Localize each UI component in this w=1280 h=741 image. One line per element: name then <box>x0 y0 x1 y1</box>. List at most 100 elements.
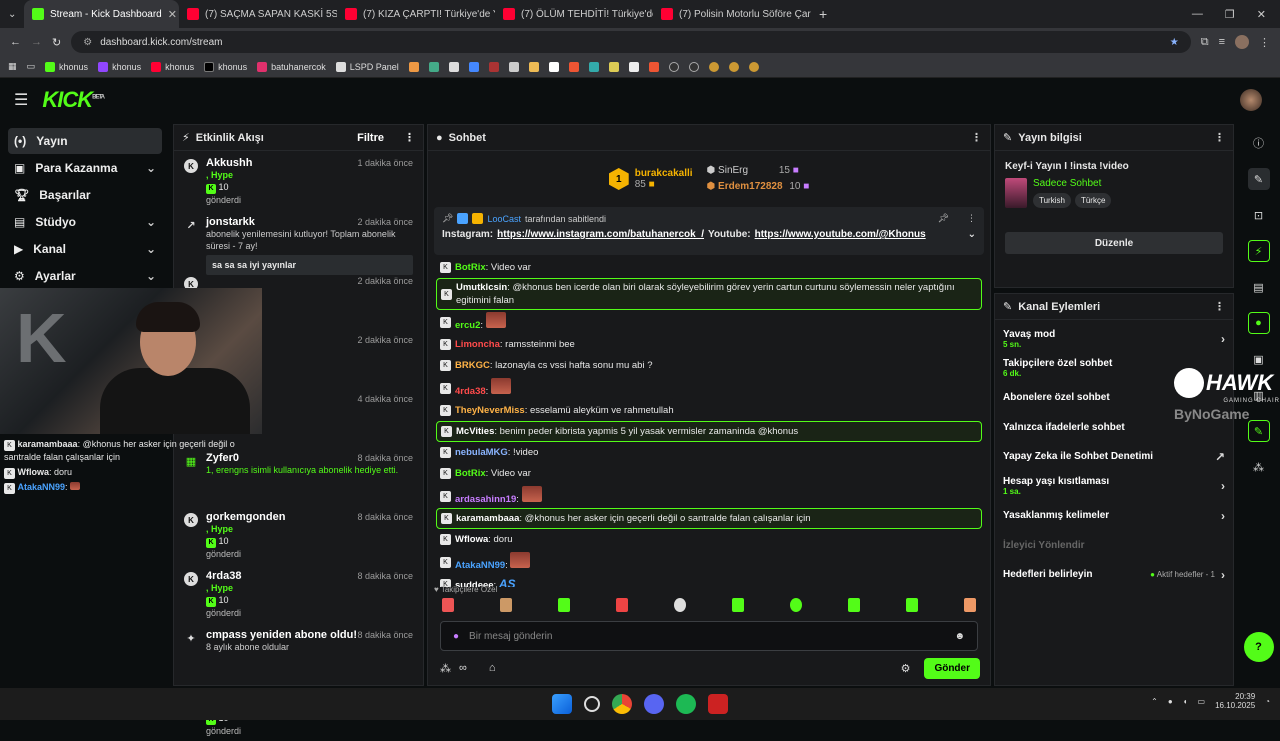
chat-message[interactable]: K 4rda38: <box>436 376 982 400</box>
chat-message[interactable]: K AtakaNN99: <box>436 550 982 574</box>
emote-icon[interactable] <box>442 598 454 612</box>
chat-input[interactable]: ● Bir mesaj gönderin ☻ <box>440 621 978 651</box>
bookmark-icon[interactable] <box>528 61 539 72</box>
send-button[interactable]: Gönder <box>924 657 980 679</box>
bookmark-icon[interactable] <box>688 61 699 72</box>
chat-icon[interactable]: ● <box>1247 312 1270 334</box>
broadcast-icon[interactable]: ▣ <box>1248 348 1270 370</box>
restore-icon[interactable]: ❐ <box>1225 8 1235 21</box>
kick-logo[interactable]: KICKBETA <box>42 87 105 113</box>
notification-icon[interactable]: ◔ <box>1265 697 1270 706</box>
tab-youtube-3[interactable]: (7) ÖLÜM TEHDİTİ! Türkiye'de Y ✕ <box>495 0 653 28</box>
bookmark-icon[interactable] <box>508 61 519 72</box>
stream-category[interactable]: Sadece Sohbet <box>1033 178 1111 189</box>
infinity-icon[interactable]: ∞ <box>459 662 467 674</box>
tab-list-button[interactable]: ⌄ <box>0 0 24 28</box>
profile-avatar[interactable] <box>1235 35 1249 49</box>
chat-username[interactable]: Wflowa <box>455 534 488 545</box>
leader-first[interactable]: 1 burakcakalli 85 ■ <box>608 168 693 190</box>
app-icon[interactable] <box>708 694 728 714</box>
chat-message[interactable]: K nebulaMKG: !video <box>436 442 982 463</box>
bookmark-item[interactable]: khonus <box>98 61 141 72</box>
emote-icon[interactable] <box>732 598 744 612</box>
close-icon[interactable]: ✕ <box>168 8 177 21</box>
bookmark-item[interactable]: khonus <box>204 61 247 72</box>
chat-message[interactable]: K McVities: benim peder kibrista yapmis … <box>436 421 982 442</box>
bookmark-star-icon[interactable]: ★ <box>1170 37 1179 48</box>
bookmark-icon[interactable] <box>748 61 759 72</box>
channel-action-item[interactable]: Hedefleri belirleyin ● Aktif hedefler - … <box>995 560 1233 590</box>
emote-icon[interactable] <box>500 598 512 612</box>
tab-kick-dashboard[interactable]: Stream - Kick Dashboard ✕ <box>24 0 179 28</box>
url-field[interactable]: ⚙ dashboard.kick.com/stream ★ <box>71 31 1191 53</box>
emote-icon[interactable] <box>906 598 918 612</box>
window-close-icon[interactable]: ✕ <box>1257 8 1266 21</box>
chevron-down-icon[interactable]: ⌄ <box>968 229 976 240</box>
more-icon[interactable]: ⋮ <box>967 213 976 224</box>
new-tab-button[interactable]: + <box>811 0 835 28</box>
bookmark-icon[interactable] <box>628 61 639 72</box>
edit-button[interactable]: Düzenle <box>1005 232 1223 254</box>
minimize-icon[interactable]: — <box>1192 8 1203 21</box>
bookmark-icon[interactable] <box>468 61 479 72</box>
chat-message[interactable]: K BotRix: Video var <box>436 257 982 278</box>
chat-username[interactable]: BRKGC <box>455 360 490 371</box>
bookmark-icon[interactable] <box>648 61 659 72</box>
bookmark-item[interactable]: LSPD Panel <box>335 61 399 72</box>
chat-username[interactable]: ardasahinn19 <box>455 494 516 505</box>
more-icon[interactable]: ⋮ <box>404 131 415 144</box>
chat-username[interactable]: nebulaMKG <box>455 447 508 458</box>
emoji-icon[interactable]: ☻ <box>954 631 965 642</box>
bookmark-icon[interactable] <box>548 61 559 72</box>
wrench-icon[interactable]: ✎ <box>1247 420 1270 442</box>
chat-username[interactable]: McVities <box>456 426 494 437</box>
chat-message[interactable]: K Limoncha: ramssteinmi bee <box>436 334 982 355</box>
forward-icon[interactable]: → <box>31 36 42 48</box>
emote-icon[interactable] <box>848 598 860 612</box>
chrome-icon[interactable] <box>612 694 632 714</box>
sidebar-item-kanal[interactable]: ▶ Kanal ⌄ <box>8 236 162 262</box>
discord-icon[interactable] <box>644 694 664 714</box>
document-icon[interactable]: ▤ <box>1248 276 1270 298</box>
chat-message[interactable]: K ercu2: <box>436 310 982 334</box>
youtube-link[interactable]: https://www.youtube.com/@Khonus <box>755 229 926 240</box>
emote-icon[interactable] <box>674 598 686 612</box>
chat-message[interactable]: K TheyNeverMiss: esselamü aleyküm ve rah… <box>436 400 982 421</box>
chat-username[interactable]: 4rda38 <box>455 386 486 397</box>
chat-username[interactable]: TheyNeverMiss <box>455 405 525 416</box>
bookmark-icon[interactable] <box>428 61 439 72</box>
channel-action-item[interactable]: Yavaş mod 5 sn. › <box>995 324 1233 354</box>
monitor-icon[interactable]: ▥ <box>1248 384 1270 406</box>
instagram-link[interactable]: https://www.instagram.com/batuhanercok_/ <box>497 229 704 240</box>
event-item[interactable]: ✦ 8 dakika önce cmpass yeniden abone old… <box>174 623 423 682</box>
support-button[interactable]: ? <box>1243 632 1274 662</box>
bookmark-icon[interactable] <box>448 61 459 72</box>
network-icon[interactable]: ▭ <box>1198 697 1206 706</box>
emote-icon[interactable] <box>616 598 628 612</box>
chat-message[interactable]: K ardasahinn19: <box>436 484 982 508</box>
points-icon[interactable]: ⁂ <box>440 662 451 675</box>
leader-second[interactable]: ⬢ SinErg 15 ■ <box>707 163 810 179</box>
chat-username[interactable]: karamambaaa <box>456 513 519 524</box>
sidebar-item-basarilar[interactable]: 🏆︎ Başarılar <box>8 182 162 208</box>
event-item[interactable]: K 8 dakika önce 4rda38 , Hype K 10 gönde… <box>174 564 423 623</box>
bookmark-icon[interactable] <box>668 61 679 72</box>
chat-username[interactable]: Umutklcsin <box>456 282 507 293</box>
leader-third[interactable]: ⬢ Erdem172828 10 ■ <box>707 179 810 195</box>
chat-username[interactable]: BotRix <box>455 468 486 479</box>
points-icon[interactable]: ⁂ <box>1248 456 1270 478</box>
chat-username[interactable]: BotRix <box>455 262 486 273</box>
chat-message[interactable]: K karamambaaa: @khonus her asker için ge… <box>436 508 982 529</box>
spotify-icon[interactable] <box>676 694 696 714</box>
tab-youtube-4[interactable]: (7) Polisin Motorlu Söföre Çarpı ✕ <box>653 0 811 28</box>
emote-icon[interactable] <box>790 598 802 612</box>
microphone-icon[interactable]: ● <box>1168 697 1173 706</box>
chevron-up-icon[interactable]: ⌃ <box>1151 697 1158 706</box>
chat-message[interactable]: K Umutklcsin: @khonus ben icerde olan bi… <box>436 278 982 310</box>
store-icon[interactable]: ⌂ <box>489 662 496 674</box>
sidebar-item-studyo[interactable]: ▤ Stüdyo ⌄ <box>8 209 162 235</box>
extensions-icon[interactable]: ⧉ <box>1201 36 1209 49</box>
bookmark-item[interactable]: khonus <box>151 61 194 72</box>
apps-icon[interactable]: ▦ <box>8 61 17 72</box>
sidebar-item-yayin[interactable]: (•) Yayın <box>8 128 162 154</box>
